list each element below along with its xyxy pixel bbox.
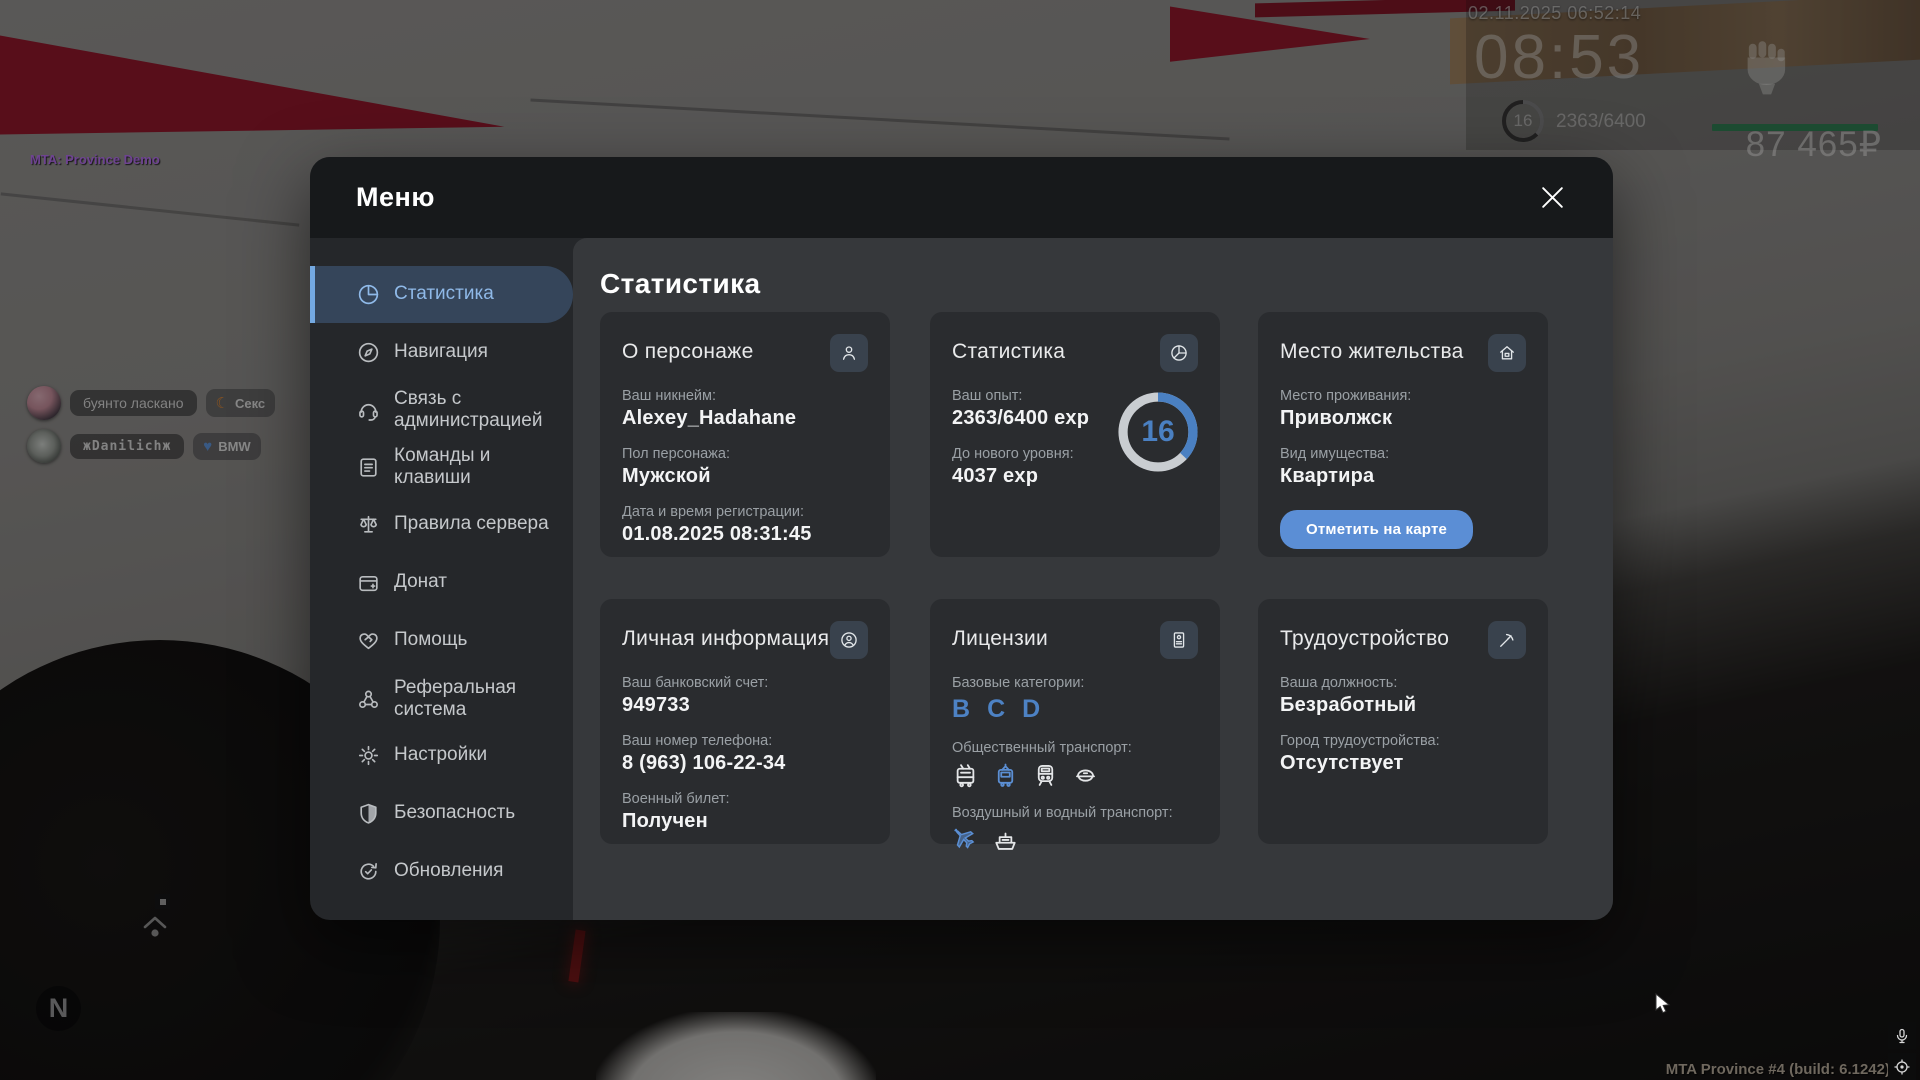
level-value: 16: [1141, 415, 1175, 448]
phone-value: 8 (963) 106-22-34: [622, 752, 786, 774]
microphone-icon: [1896, 1028, 1908, 1043]
level-progress-ring: 16: [1112, 386, 1204, 478]
cursor-toggle[interactable]: [1888, 1053, 1916, 1080]
sidebar-item-statistics[interactable]: Статистика: [310, 266, 573, 323]
commands-icon: [356, 455, 381, 480]
card-licenses: Лицензии Базовые категории: B C D Общест…: [930, 599, 1220, 850]
city-value: Приволжск: [1280, 407, 1393, 429]
pie-chart-icon: [356, 282, 381, 307]
compass-icon: [356, 340, 381, 365]
page-title: Статистика: [600, 268, 761, 299]
menu-header: Меню: [310, 157, 1613, 238]
menu-content: Статистика О персонаже Ваш никнейм: Alex…: [573, 238, 1613, 920]
ship-icon: [995, 832, 1016, 850]
card-residence: Место жительства Место проживания: Приво…: [1258, 312, 1548, 557]
sidebar-item-donate[interactable]: Донат: [310, 554, 573, 611]
trolleybus-icon: [956, 764, 975, 788]
card-about-character: О персонаже Ваш никнейм: Alexey_Hadahane…: [600, 312, 890, 557]
mouse-cursor: [1655, 993, 1671, 1014]
registration-value: 01.08.2025 08:31:45: [622, 523, 812, 545]
close-icon: [1541, 187, 1563, 208]
military-id-value: Получен: [622, 810, 708, 832]
sidebar-item-commands[interactable]: Команды и клавиши: [310, 429, 573, 505]
menu-window: Меню Статистика Навигация Связь с админи…: [310, 157, 1613, 920]
headset-icon: [356, 398, 381, 423]
sidebar-item-server-rules[interactable]: Правила сервера: [310, 496, 573, 553]
id-card-icon: [1160, 621, 1198, 659]
microphone-toggle[interactable]: [1888, 1022, 1916, 1049]
sidebar-item-referral[interactable]: Реферальная система: [310, 661, 573, 737]
category-b: B: [952, 695, 971, 723]
gender-value: Мужской: [622, 465, 711, 487]
close-button[interactable]: [1537, 183, 1567, 213]
home-icon: [1488, 334, 1526, 372]
menu-body: Статистика Навигация Связь с администрац…: [310, 238, 1613, 920]
category-d: D: [1022, 695, 1041, 723]
server-build-label: MTA Province #4 (build: 6.1242): [1665, 1061, 1890, 1078]
plane-icon: [954, 828, 975, 849]
next-level-value: 4037 exp: [952, 465, 1039, 487]
pie-chart-icon: [1160, 334, 1198, 372]
property-value: Квартира: [1280, 465, 1375, 487]
card-statistics: Статистика Ваш опыт: 2363/6400 exp До но…: [930, 312, 1220, 557]
job-value: Безработный: [1280, 694, 1417, 716]
mark-on-map-button[interactable]: Отметить на карте: [1280, 510, 1474, 549]
tram-icon: [997, 763, 1014, 787]
wallet-icon: [356, 570, 381, 595]
target-icon: [1894, 1058, 1910, 1075]
person-circle-icon: [830, 621, 868, 659]
job-city-value: Отсутствует: [1280, 752, 1404, 774]
updates-icon: [356, 859, 381, 884]
exp-value: 2363/6400 exp: [952, 407, 1090, 429]
sidebar-item-updates[interactable]: Обновления: [310, 843, 573, 900]
pickaxe-icon: [1488, 621, 1526, 659]
license-categories: B C D: [952, 695, 1198, 724]
sidebar-item-settings[interactable]: Настройки: [310, 727, 573, 784]
card-employment: Трудоустройство Ваша должность: Безработ…: [1258, 599, 1548, 844]
heart-handshake-icon: [356, 628, 381, 653]
category-c: C: [987, 695, 1006, 723]
air-water-licenses: [952, 827, 1198, 854]
sidebar-item-security[interactable]: Безопасность: [310, 785, 573, 842]
nickname-value: Alexey_Hadahane: [622, 407, 797, 429]
gear-icon: [356, 743, 381, 768]
referral-network-icon: [356, 687, 381, 712]
train-icon: [1037, 765, 1054, 786]
conductor-cap-icon: [1076, 769, 1095, 782]
person-icon: [830, 334, 868, 372]
public-transport-licenses: [952, 762, 1198, 789]
scales-icon: [356, 512, 381, 537]
menu-title: Меню: [356, 182, 435, 212]
shield-icon: [356, 801, 381, 826]
menu-sidebar: Статистика Навигация Связь с администрац…: [310, 238, 573, 920]
bank-account-value: 949733: [622, 694, 690, 716]
card-personal-info: Личная информация Ваш банковский счет: 9…: [600, 599, 890, 844]
